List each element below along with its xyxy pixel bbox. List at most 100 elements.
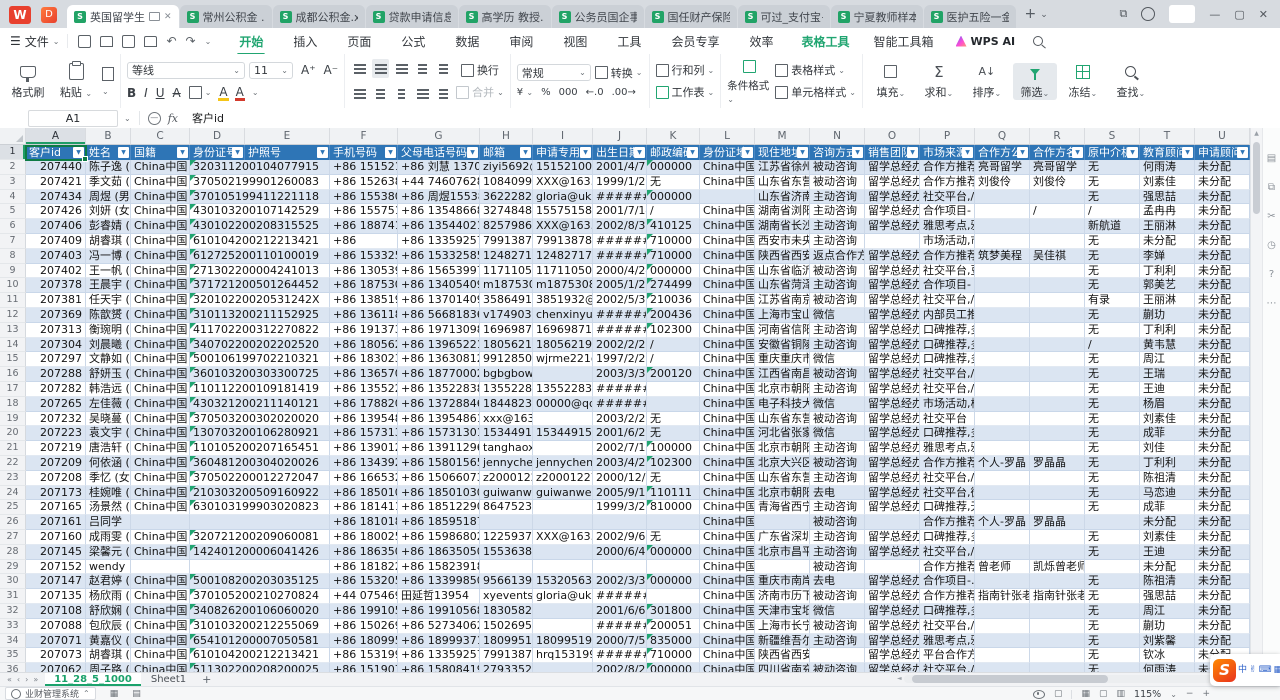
cell[interactable]: +86 15320563 — [330, 574, 398, 589]
cell[interactable]: 207265 — [26, 397, 86, 412]
cell[interactable]: 3851932@ — [533, 293, 593, 308]
undo-icon[interactable]: ↶ — [166, 34, 176, 48]
filter-dropdown-icon[interactable]: ▼ — [73, 147, 84, 158]
cell[interactable]: 155751588 — [533, 204, 593, 219]
cell[interactable] — [533, 663, 593, 672]
filter-dropdown-icon[interactable]: ▼ — [520, 147, 531, 158]
cell[interactable]: 王丽淋 — [1140, 293, 1195, 308]
page-break-icon[interactable]: ▥ — [1117, 689, 1126, 699]
cell[interactable]: / — [1030, 204, 1085, 219]
cell[interactable]: 未分配 — [1140, 234, 1195, 249]
cell[interactable]: 黄嘉仪 (女 — [86, 634, 131, 649]
increase-decimal-button[interactable]: ←.0 — [586, 87, 604, 98]
cell[interactable]: 无 — [1085, 634, 1140, 649]
cell[interactable]: +86 15538019 — [330, 190, 398, 205]
cell[interactable]: China中国 — [131, 545, 190, 560]
cell[interactable]: 370502199901260083 — [190, 175, 330, 190]
cell[interactable]: xxx@163.c — [480, 412, 533, 427]
cell[interactable]: +86 1363081276 — [398, 352, 480, 367]
cell[interactable]: 327484864 — [480, 204, 533, 219]
cell[interactable]: 无 — [1085, 412, 1140, 427]
cell[interactable]: 271302200004241013 — [190, 264, 330, 279]
italic-button[interactable]: I — [144, 86, 148, 100]
header-cell-P[interactable]: 市场来源▼ — [920, 145, 975, 160]
cell[interactable]: China中国 — [700, 382, 755, 397]
cell[interactable]: ######### — [593, 190, 647, 205]
cell[interactable]: +86 1598680231 — [398, 530, 480, 545]
cell[interactable]: 2000/12/27 — [593, 471, 647, 486]
page-layout-icon[interactable]: ▢ — [1099, 689, 1108, 699]
cell[interactable]: +86 1335925706 — [398, 648, 480, 663]
cell[interactable]: 社交平台,/ — [920, 293, 975, 308]
header-cell-E[interactable]: 护照号▼ — [245, 145, 330, 160]
header-cell-L[interactable]: 身份证地▼ — [700, 145, 755, 160]
tab-review[interactable]: 审阅 — [507, 29, 535, 54]
cell[interactable]: 亮哥留学 — [1030, 160, 1085, 175]
cell[interactable]: 被动咨询 — [810, 456, 865, 471]
column-header-H[interactable]: H — [480, 128, 533, 145]
cell[interactable]: 刘佳 — [1140, 441, 1195, 456]
row-number[interactable]: 18 — [0, 397, 26, 412]
cell[interactable]: 430321200211140121 — [190, 397, 330, 412]
cell[interactable]: 2001/4/7 — [593, 160, 647, 175]
filter-dropdown-icon[interactable]: ▼ — [317, 147, 328, 158]
cell[interactable]: 社交平台,/ — [920, 471, 975, 486]
cell[interactable]: 留学总经办 — [865, 190, 920, 205]
cell[interactable]: ######### — [593, 249, 647, 264]
cell[interactable]: 刘素佳 — [1140, 412, 1195, 427]
cell[interactable]: 1999/3/2 — [593, 500, 647, 515]
maximize-button[interactable]: ▢ — [1234, 8, 1244, 21]
cell[interactable]: 桂婉唯 (女 — [86, 486, 131, 501]
cell[interactable]: 未分配 — [1195, 545, 1250, 560]
cell[interactable] — [975, 412, 1030, 427]
cell[interactable]: 无 — [1085, 456, 1140, 471]
cell[interactable] — [647, 589, 700, 604]
doc-tab[interactable]: S医护五险一金.xlsx — [924, 5, 1016, 28]
cell[interactable]: z20001227 — [480, 471, 533, 486]
cell[interactable]: 口碑推荐,多 — [920, 530, 975, 545]
cell[interactable]: 207145 — [26, 545, 86, 560]
cell[interactable]: China中国 — [700, 634, 755, 649]
cell[interactable]: 无 — [1085, 352, 1140, 367]
cell[interactable] — [975, 234, 1030, 249]
cell[interactable]: 未分配 — [1195, 234, 1250, 249]
cell[interactable]: z20001227 — [533, 471, 593, 486]
cell[interactable]: ######## — [593, 619, 647, 634]
tab-smart-toolbox[interactable]: 智能工具箱 — [873, 33, 933, 50]
cell[interactable]: 2001/6/28 — [593, 426, 647, 441]
cell[interactable]: 被动咨询 — [810, 367, 865, 382]
cell[interactable]: +86 13552283 — [330, 382, 398, 397]
cell[interactable]: 无 — [1085, 663, 1140, 672]
cell[interactable]: 湖南省长沙 — [755, 219, 810, 234]
cell[interactable]: m1875308 — [533, 278, 593, 293]
cell[interactable]: 口碑推荐,无 — [920, 500, 975, 515]
cell[interactable]: China中国 — [131, 249, 190, 264]
cell[interactable]: 511302200208200025 — [190, 663, 330, 672]
cell[interactable]: 李婵 — [1140, 249, 1195, 264]
cell[interactable]: China中国 — [131, 530, 190, 545]
next-sheet-icon[interactable]: › — [25, 675, 28, 684]
cell[interactable]: XXX@163.c — [533, 219, 593, 234]
cell[interactable]: 留学总经办 — [865, 648, 920, 663]
cell[interactable]: 社交平台,豆 — [920, 264, 975, 279]
cell[interactable]: 王一帆 (男 — [86, 264, 131, 279]
cell[interactable]: 207426 — [26, 204, 86, 219]
cell[interactable]: 835000 — [647, 634, 700, 649]
cell[interactable]: chenxinyu — [533, 308, 593, 323]
cell[interactable]: China中国 — [131, 441, 190, 456]
cell[interactable]: 刘素佳 — [1140, 175, 1195, 190]
cell[interactable]: China中国 — [131, 619, 190, 634]
cell[interactable]: ######## — [593, 323, 647, 338]
cell[interactable]: 留学总经办 — [865, 486, 920, 501]
row-number[interactable]: 29 — [0, 560, 26, 575]
cell[interactable]: +86 — [330, 234, 398, 249]
cell[interactable] — [1030, 471, 1085, 486]
cell[interactable] — [131, 515, 190, 530]
cell[interactable] — [975, 545, 1030, 560]
cell[interactable] — [1030, 234, 1085, 249]
cell[interactable]: 370502200012272047 — [190, 471, 330, 486]
cell[interactable]: 207173 — [26, 486, 86, 501]
filter-dropdown-icon[interactable]: ▼ — [797, 147, 808, 158]
cell[interactable]: China中国 — [700, 648, 755, 663]
cell[interactable]: 155363896 — [480, 545, 533, 560]
